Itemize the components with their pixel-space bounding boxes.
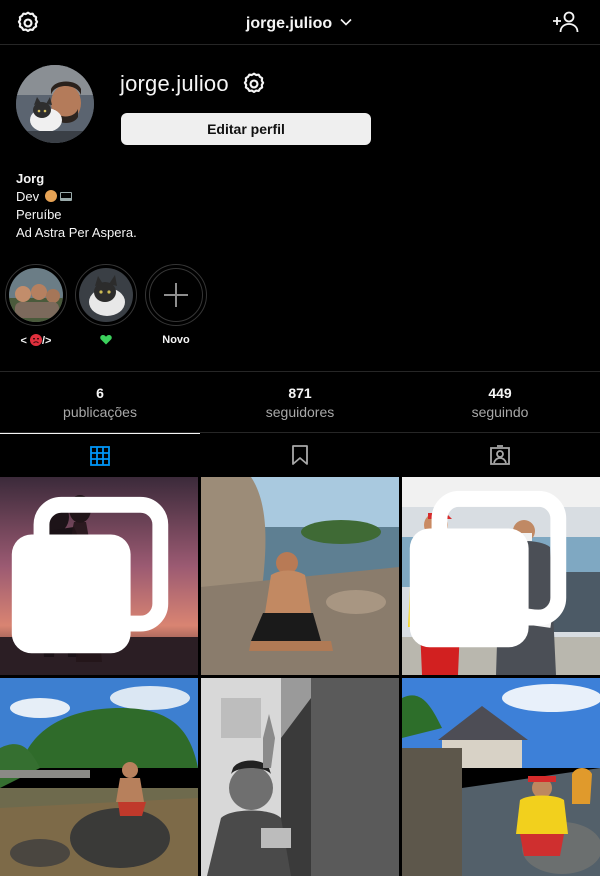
account-switcher[interactable]: jorge.julioo [0,14,600,33]
tab-grid[interactable] [0,433,200,477]
stat-following[interactable]: 449 seguindo [400,372,600,432]
tab-saved[interactable] [200,433,400,477]
grid-icon [90,445,110,466]
highlight-new[interactable]: Novo [145,264,207,346]
post-thumbnail-2[interactable] [201,477,399,675]
post-thumbnail-6[interactable] [402,678,600,876]
face-emoji-icon [44,190,57,202]
add-user-icon[interactable] [552,10,580,34]
highlight-story-2[interactable] [75,264,137,348]
chevron-down-icon [340,18,352,26]
highlight-story-1[interactable]: < /> [5,264,67,347]
profile-tabs [0,433,600,477]
highlight-label-1-right: /> [42,335,52,347]
bio-line-3: Ad Astra Per Aspera. [16,225,137,240]
profile-avatar[interactable] [16,65,94,143]
multiple-posts-icon [409,490,567,648]
highlight-label-2 [75,334,137,348]
bio-name: Jorg [16,171,45,186]
profile-stats: 6 publicações 871 seguidores 449 seguind… [0,371,600,433]
bio-line-1: Dev [16,188,137,206]
highlight-label-1-left: < [20,335,27,347]
stat-posts-label: publicações [63,404,137,420]
plus-icon [164,283,188,307]
stat-followers-value: 871 [288,385,312,401]
header-username: jorge.julioo [245,15,333,32]
highlight-label-3: Novo [162,334,190,346]
green-heart-icon [100,335,112,345]
stat-followers[interactable]: 871 seguidores [200,372,400,432]
post-thumbnail-1[interactable] [0,477,198,675]
tagged-icon [490,445,510,465]
edit-profile-button[interactable]: Editar perfil [121,113,371,145]
highlight-cover-2 [79,268,133,322]
stat-followers-label: seguidores [265,404,335,420]
post-thumbnail-4[interactable] [0,678,198,876]
bio-line-1-text: Dev [16,189,40,204]
stat-following-value: 449 [488,385,512,401]
laptop-emoji-icon [59,192,72,201]
bio-line-2: Peruíbe [16,207,62,222]
highlight-ring [145,264,207,326]
new-highlight-button [149,268,203,322]
highlight-cover-1 [9,268,63,322]
highlight-ring [5,264,67,326]
stat-following-label: seguindo [471,404,529,420]
tab-tagged[interactable] [400,433,600,477]
stat-posts[interactable]: 6 publicações [0,372,200,432]
post-thumbnail-3[interactable] [402,477,600,675]
profile-username: jorge.julioo [120,71,229,96]
highlight-ring [75,264,137,326]
profile-settings-icon[interactable] [241,71,267,97]
bookmark-icon [292,445,308,465]
profile-name-row: jorge.julioo [120,70,267,98]
posts-grid [0,477,600,876]
multiple-posts-icon [11,496,169,654]
stat-posts-value: 6 [96,385,104,401]
post-thumbnail-5[interactable] [201,678,399,876]
profile-bio: Jorg Dev Peruíbe Ad Astra Per Aspera. [16,170,137,242]
top-bar: jorge.julioo [0,0,600,45]
highlight-label-1: < /> [5,334,67,347]
angry-face-emoji-icon [30,334,42,346]
